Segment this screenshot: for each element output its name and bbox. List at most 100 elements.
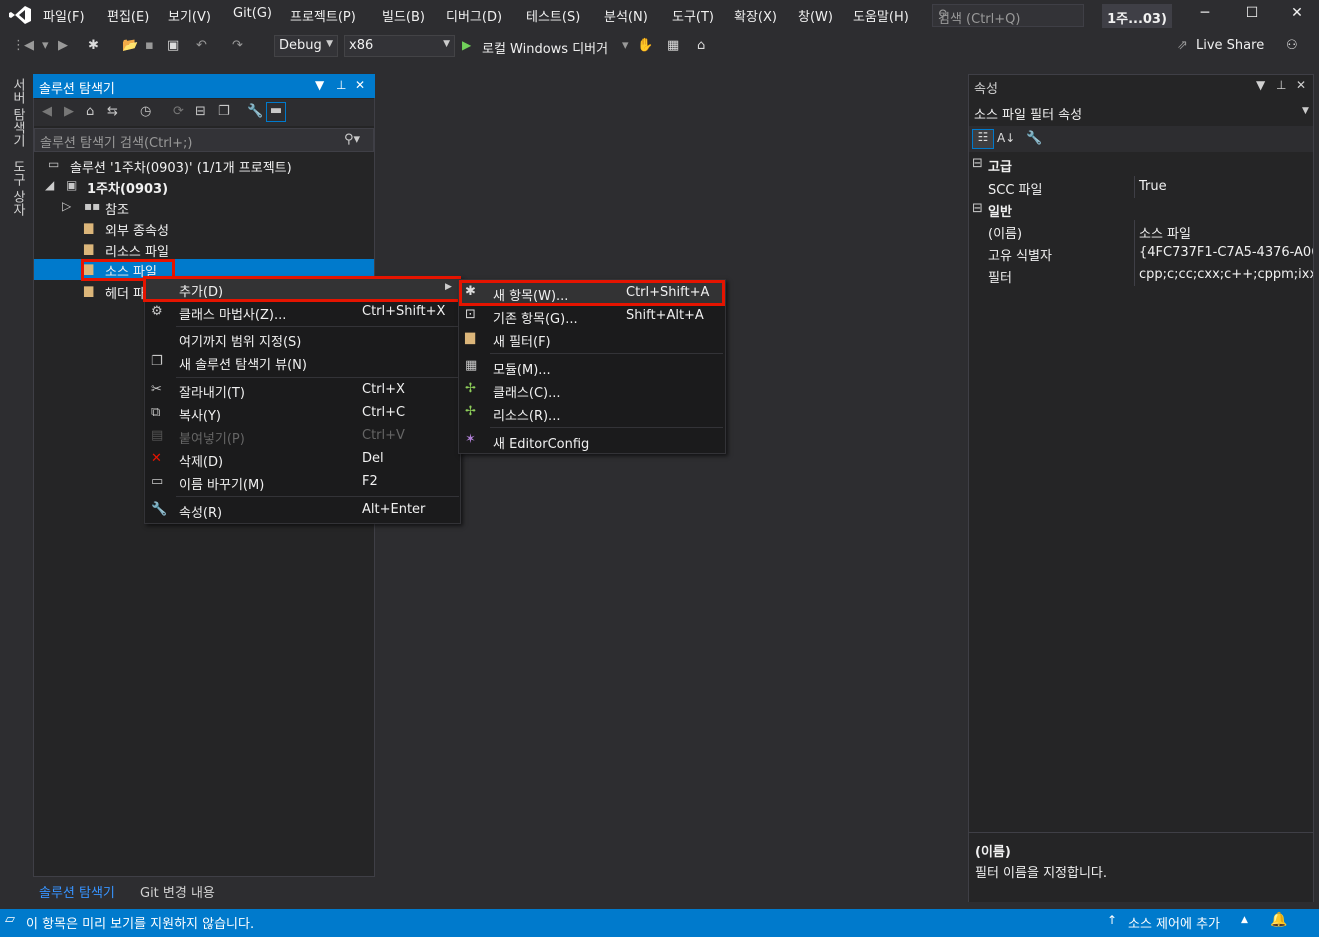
arrow-up-icon: ↑ (1107, 913, 1118, 927)
platform-dropdown[interactable]: x86 ▼ (344, 35, 455, 57)
menu-item-delete[interactable]: ✕ 삭제(D) Del (145, 448, 460, 471)
browser-link-icon[interactable]: ⌂ (697, 38, 705, 53)
close-icon[interactable]: ✕ (355, 78, 365, 92)
menu-item-cut[interactable]: ✂ 잘라내기(T) Ctrl+X (145, 379, 460, 402)
submenu-item-existing-item[interactable]: ⊡ 기존 항목(G)... Shift+Alt+A (459, 305, 725, 328)
menu-window[interactable]: 창(W) (798, 6, 833, 25)
menu-extensions[interactable]: 확장(X) (734, 6, 777, 25)
pending-changes-filter-icon[interactable]: ◷ (140, 104, 151, 119)
window-position-icon[interactable]: ▼ (315, 78, 324, 92)
property-row[interactable]: (이름) 소스 파일 (969, 220, 1313, 242)
toolbox-tab[interactable]: 도구 상자 (8, 160, 27, 216)
submenu-item-resource[interactable]: ✢ 리소스(R)... (459, 402, 725, 425)
menu-item-scope-to-this[interactable]: 여기까지 범위 지정(S) (145, 328, 460, 351)
save-all-icon[interactable]: ▣ (167, 38, 179, 53)
menu-debug[interactable]: 디버그(D) (446, 6, 502, 25)
collapse-all-icon[interactable]: ⊟ (195, 104, 206, 119)
pin-icon[interactable]: ⊥ (336, 78, 346, 92)
open-file-icon[interactable]: 📂 (122, 38, 138, 53)
live-share-button[interactable]: Live Share (1196, 38, 1264, 53)
start-debugger-button[interactable]: 로컬 Windows 디버거 (482, 38, 608, 57)
property-pages-icon[interactable]: 🔧 (1026, 131, 1042, 146)
notifications-bell-icon[interactable]: 🔔 (1270, 912, 1287, 928)
menu-project[interactable]: 프로젝트(P) (290, 6, 356, 25)
property-row[interactable]: 고유 식별자 {4FC737F1-C7A5-4376-A06 (969, 242, 1313, 264)
preview-selected-icon[interactable]: ▬ (266, 102, 286, 122)
tree-item-project[interactable]: ◢ ▣ 1주차(0903) (34, 176, 374, 197)
show-all-files-icon[interactable]: ❐ (218, 104, 230, 119)
menu-item-properties[interactable]: 🔧 속성(R) Alt+Enter (145, 499, 460, 522)
new-project-icon[interactable]: ✱ (88, 38, 99, 53)
pin-icon[interactable]: ⊥ (1276, 78, 1286, 92)
menu-edit[interactable]: 편집(E) (107, 6, 149, 25)
tree-item-resource-files[interactable]: ▆ 리소스 파일 (34, 239, 374, 260)
tree-item-external-dependencies[interactable]: ▆ 외부 종속성 (34, 218, 374, 239)
undo-icon[interactable]: ↶ (196, 38, 207, 53)
minimize-icon[interactable]: ─ (1190, 5, 1220, 21)
search-input[interactable]: 검색 (Ctrl+Q) ⚲ (932, 4, 1084, 27)
alphabetical-icon[interactable]: A↓ (997, 131, 1015, 145)
back-icon[interactable]: ◀ (24, 38, 34, 53)
sync-icon[interactable]: ⟳ (173, 104, 184, 119)
tree-item-references[interactable]: ▷ ▪▪ 참조 (34, 197, 374, 218)
folder-icon: ▆ (84, 220, 94, 234)
submenu-item-new-filter[interactable]: ▆ 새 필터(F) (459, 328, 725, 351)
forward-icon[interactable]: ▶ (64, 104, 74, 119)
visual-studio-logo-icon[interactable] (8, 5, 32, 25)
window-position-icon[interactable]: ▼ (1256, 78, 1265, 92)
feedback-icon[interactable]: ⚇ (1286, 38, 1298, 53)
dropdown-arrow-icon[interactable]: ▾ (42, 38, 49, 53)
configuration-dropdown[interactable]: Debug ▼ (274, 35, 338, 57)
property-category-general[interactable]: ⊟ 일반 (969, 198, 1313, 220)
menu-item-shortcut: F2 (362, 474, 378, 489)
tree-item-solution[interactable]: ▭ 솔루션 '1주차(0903)' (1/1개 프로젝트) (34, 155, 374, 176)
switch-views-icon[interactable]: ⇆ (107, 104, 118, 119)
categorized-icon[interactable]: ☷ (972, 129, 994, 149)
share-icon[interactable]: ⇗ (1177, 38, 1188, 53)
submenu-item-new-editorconfig[interactable]: ✶ 새 EditorConfig (459, 430, 725, 453)
property-row[interactable]: 필터 cpp;c;cc;cxx;c++;cppm;ixx;d (969, 264, 1313, 286)
menu-item-copy[interactable]: ⧉ 복사(Y) Ctrl+C (145, 402, 460, 425)
cut-icon: ✂ (151, 382, 162, 397)
menu-item-rename[interactable]: ▭ 이름 바꾸기(M) F2 (145, 471, 460, 494)
tab-solution-explorer[interactable]: 솔루션 탐색기 (39, 882, 115, 901)
chevron-down-icon[interactable]: ▼ (1302, 106, 1309, 116)
forward-icon[interactable]: ▶ (58, 38, 68, 53)
dropdown-arrow-icon[interactable]: ▾ (622, 38, 629, 53)
menu-git[interactable]: Git(G) (233, 6, 272, 21)
submenu-item-module[interactable]: ▦ 모듈(M)... (459, 356, 725, 379)
add-to-source-control-button[interactable]: 소스 제어에 추가 (1128, 913, 1220, 932)
home-icon[interactable]: ⌂ (86, 104, 94, 119)
menu-item-new-explorer-view[interactable]: ❐ 새 솔루션 탐색기 뷰(N) (145, 351, 460, 374)
menu-view[interactable]: 보기(V) (168, 6, 211, 25)
menu-help[interactable]: 도움말(H) (853, 6, 909, 25)
property-value: {4FC737F1-C7A5-4376-A06 (1139, 245, 1313, 260)
wrench-icon[interactable]: 🔧 (247, 104, 263, 119)
properties-toolbar (969, 126, 1313, 152)
menu-item-shortcut: Del (362, 451, 384, 466)
references-icon: ▪▪ (84, 199, 101, 213)
hot-reload-icon[interactable]: ✋ (637, 38, 653, 53)
tree-item-label: 1주차(0903) (87, 182, 169, 197)
menu-tools[interactable]: 도구(T) (672, 6, 714, 25)
menu-item-class-wizard[interactable]: ⚙ 클래스 마법사(Z)... Ctrl+Shift+X (145, 301, 460, 324)
redo-icon[interactable]: ↷ (232, 38, 243, 53)
property-category-advanced[interactable]: ⊟ 고급 (969, 153, 1313, 175)
property-row[interactable]: SCC 파일 True (969, 176, 1313, 198)
tab-git-changes[interactable]: Git 변경 내용 (140, 882, 215, 901)
menu-analyze[interactable]: 분석(N) (604, 6, 648, 25)
menu-file[interactable]: 파일(F) (43, 6, 85, 25)
close-icon[interactable]: ✕ (1282, 5, 1312, 21)
menu-build[interactable]: 빌드(B) (382, 6, 425, 25)
find-in-files-icon[interactable]: ▦ (667, 38, 679, 53)
search-icon[interactable]: ⚲▾ (344, 132, 360, 147)
play-icon[interactable]: ▶ (462, 38, 471, 52)
maximize-icon[interactable]: ☐ (1237, 5, 1267, 21)
submenu-item-class[interactable]: ✢ 클래스(C)... (459, 379, 725, 402)
back-icon[interactable]: ◀ (42, 104, 52, 119)
save-icon[interactable]: ▪ (145, 38, 154, 53)
close-icon[interactable]: ✕ (1296, 78, 1306, 92)
server-explorer-tab[interactable]: 서버 탐색기 (8, 78, 27, 147)
status-message: 이 항목은 미리 보기를 지원하지 않습니다. (26, 917, 255, 932)
menu-test[interactable]: 테스트(S) (526, 6, 580, 25)
